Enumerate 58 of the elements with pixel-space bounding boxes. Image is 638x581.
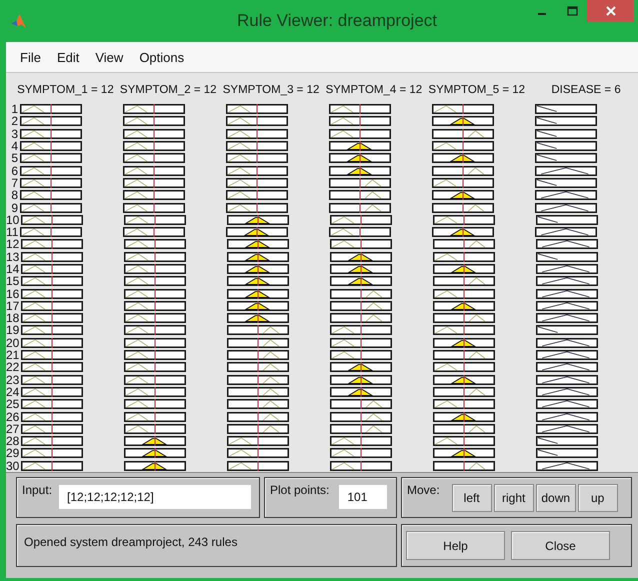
rule-number: 10 — [6, 214, 20, 226]
rule-number: 30 — [6, 460, 20, 472]
rule-number: 25 — [6, 398, 20, 410]
move-label: Move: — [407, 483, 440, 497]
rule-number: 6 — [10, 164, 19, 177]
menu-item[interactable]: Options — [131, 50, 192, 64]
rule-number: 8 — [10, 189, 19, 202]
input-variable-label: SYMPTOM_4 = 12 — [324, 84, 424, 96]
menu-item[interactable]: View — [87, 50, 132, 64]
input-variable-label: SYMPTOM_3 = 12 — [222, 84, 320, 96]
rule-number: 26 — [6, 410, 20, 423]
rule-number: 4 — [10, 140, 19, 152]
close-button[interactable] — [587, 0, 634, 22]
move-button[interactable]: left — [452, 484, 492, 512]
input-variable-label: SYMPTOM_5 = 12 — [427, 84, 526, 96]
input-variable-label: SYMPTOM_1 = 12 — [16, 84, 115, 96]
rule-number: 3 — [10, 128, 19, 140]
rule-number: 7 — [10, 176, 19, 189]
dialog-button[interactable]: Help — [406, 531, 505, 560]
minimize-icon — [538, 13, 546, 15]
rule-number: 19 — [6, 324, 20, 336]
plot-points-label: Plot points: — [270, 483, 330, 497]
rule-number: 11 — [6, 226, 20, 238]
rule-number: 16 — [6, 288, 20, 300]
plot-points-field[interactable]: 101 — [339, 485, 388, 509]
move-button[interactable]: right — [494, 484, 534, 512]
input-variable-label: SYMPTOM_2 = 12 — [118, 84, 218, 96]
move-button[interactable]: down — [536, 484, 576, 512]
rule-number: 2 — [10, 115, 19, 128]
menu-item[interactable]: File — [12, 50, 49, 64]
rule-number: 1 — [10, 103, 19, 116]
rule-number: 29 — [6, 447, 20, 460]
close-icon — [604, 5, 616, 17]
window-title: Rule Viewer: dreamproject — [237, 11, 437, 31]
rule-number: 5 — [10, 152, 19, 164]
rule-number: 14 — [6, 263, 20, 275]
input-field[interactable]: [12;12;12;12;12] — [59, 485, 252, 509]
output-variable-label: DISEASE = 6 — [550, 84, 622, 96]
rule-number: 22 — [6, 361, 20, 374]
rule-number: 28 — [6, 435, 20, 448]
rule-number: 17 — [6, 300, 20, 312]
rule-number: 21 — [6, 349, 20, 362]
input-label: Input: — [22, 483, 52, 497]
rule-number: 27 — [6, 422, 20, 435]
rule-number: 18 — [6, 312, 20, 324]
maximize-icon — [566, 6, 578, 16]
rule-number: 9 — [10, 202, 19, 214]
move-button[interactable]: up — [578, 484, 618, 512]
rule-number: 24 — [6, 386, 20, 398]
rule-number: 20 — [6, 336, 20, 349]
dialog-button[interactable]: Close — [511, 531, 610, 560]
app-logo-icon — [10, 12, 27, 30]
rule-number: 15 — [6, 275, 20, 288]
rule-number: 23 — [6, 374, 20, 386]
rule-number: 13 — [6, 250, 20, 263]
status-message: Opened system dreamproject, 243 rules — [24, 534, 238, 548]
rule-number: 12 — [6, 238, 20, 250]
menu-item[interactable]: Edit — [48, 50, 88, 64]
